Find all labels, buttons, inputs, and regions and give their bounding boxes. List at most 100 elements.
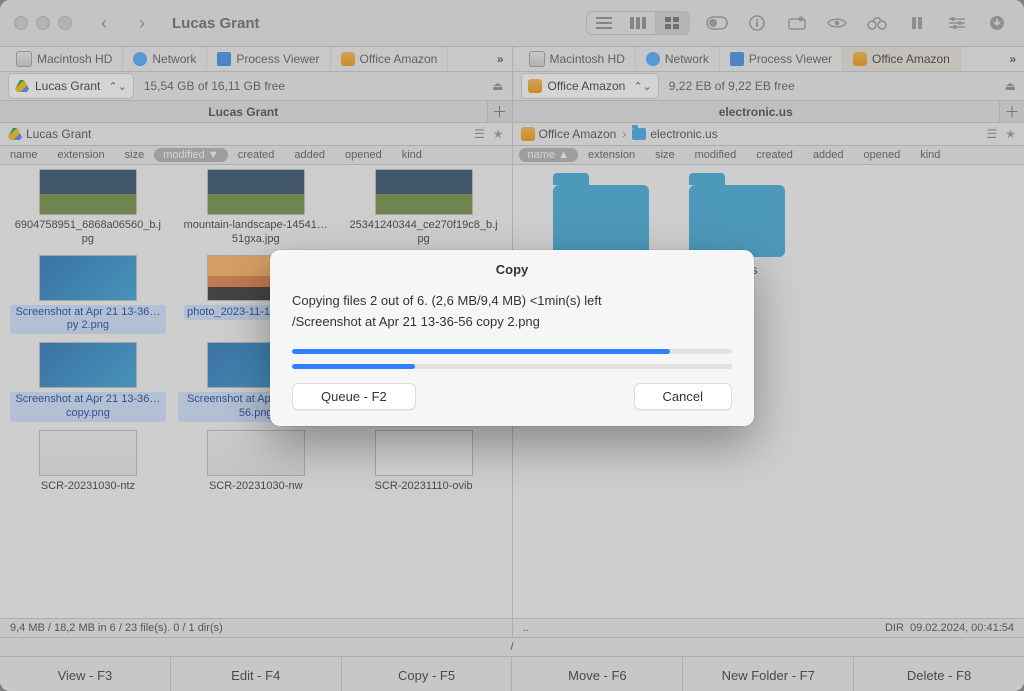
add-tab-button[interactable]: ＋ (488, 101, 512, 122)
crumb[interactable]: Lucas Grant (8, 127, 91, 141)
window-title: Lucas Grant (172, 15, 260, 32)
col-size[interactable]: size (645, 149, 685, 161)
volume-picker[interactable]: Office Amazon ⌃⌄ (521, 73, 659, 99)
col-name-sorted[interactable]: name ▲ (519, 148, 578, 162)
amazon-icon (521, 127, 535, 141)
info-icon[interactable] (744, 13, 770, 33)
airdrop-icon[interactable] (784, 13, 810, 33)
view-mode-segment[interactable] (586, 11, 690, 35)
right-location: Office Amazon ⌃⌄ 9,22 EB of 9,22 EB free… (513, 72, 1024, 100)
move-button[interactable]: Move - F6 (512, 657, 683, 691)
new-folder-button[interactable]: New Folder - F7 (683, 657, 854, 691)
col-added[interactable]: added (803, 149, 854, 161)
mini-path[interactable]: / (0, 638, 1024, 657)
tab-process-viewer[interactable]: Process Viewer (207, 47, 330, 71)
minimize-icon[interactable] (36, 16, 50, 30)
back-button[interactable]: ‹ (92, 11, 116, 35)
right-columns: name ▲ extension size modified created a… (513, 146, 1024, 164)
tab-network[interactable]: Network (636, 47, 720, 71)
process-icon (730, 52, 744, 66)
free-space: 9,22 EB of 9,22 EB free (669, 79, 795, 93)
app-window: ‹ › Lucas Grant Macintosh HD Network Pro… (0, 0, 1024, 691)
zoom-icon[interactable] (58, 16, 72, 30)
col-size[interactable]: size (115, 149, 155, 161)
file-item[interactable]: Screenshot at Apr 21 13-36…py 2.png (6, 255, 170, 335)
tab-process-viewer[interactable]: Process Viewer (720, 47, 843, 71)
tab-office-amazon[interactable]: Office Amazon (843, 47, 961, 71)
col-extension[interactable]: extension (48, 149, 115, 161)
cancel-button[interactable]: Cancel (634, 383, 732, 410)
col-opened[interactable]: opened (335, 149, 392, 161)
settings-icon[interactable] (944, 13, 970, 33)
col-created[interactable]: created (746, 149, 803, 161)
col-name[interactable]: name (0, 149, 48, 161)
pane-tab[interactable]: Lucas Grant (0, 101, 488, 122)
crumb[interactable]: electronic.us (632, 127, 717, 141)
tab-label: Process Viewer (236, 52, 319, 66)
item-type: DIR (885, 622, 904, 634)
crumb[interactable]: Office Amazon (521, 127, 617, 141)
file-item[interactable]: Screenshot at Apr 21 13-36…copy.png (6, 342, 170, 422)
file-item[interactable]: mountain-landscape-14541…51gxa.jpg (174, 169, 338, 247)
selection-summary: 9,4 MB / 18,2 MB in 6 / 23 file(s). 0 / … (10, 622, 223, 634)
file-label: 25341240344_ce270f19c8_b.jpg (349, 219, 499, 247)
delete-button[interactable]: Delete - F8 (854, 657, 1024, 691)
view-button[interactable]: View - F3 (0, 657, 171, 691)
col-kind[interactable]: kind (910, 149, 950, 161)
folder-icon (689, 185, 785, 257)
col-modified-sorted[interactable]: modified ▼ (154, 148, 228, 162)
list-icon[interactable]: ☰ (986, 127, 997, 141)
download-icon[interactable] (984, 13, 1010, 33)
file-item[interactable]: 25341240344_ce270f19c8_b.jpg (342, 169, 506, 247)
left-status: 9,4 MB / 18,2 MB in 6 / 23 file(s). 0 / … (0, 619, 513, 637)
col-added[interactable]: added (284, 149, 335, 161)
chevron-right-icon: › (139, 14, 145, 32)
file-item[interactable]: SCR-20231110-ovib (342, 430, 506, 494)
dialog-title: Copy (270, 250, 754, 287)
volume-picker[interactable]: Lucas Grant ⌃⌄ (8, 73, 134, 99)
col-created[interactable]: created (228, 149, 285, 161)
toggle-icon[interactable] (704, 13, 730, 33)
col-modified[interactable]: modified (685, 149, 747, 161)
file-label: Screenshot at Apr 21 13-36…py 2.png (10, 305, 166, 335)
tab-office-amazon[interactable]: Office Amazon (331, 47, 449, 71)
icon-view-icon[interactable] (655, 12, 689, 34)
file-item[interactable]: SCR-20231030-ntz (6, 430, 170, 494)
gdrive-icon (8, 128, 22, 140)
tab-network[interactable]: Network (123, 47, 207, 71)
file-item[interactable]: SCR-20231030-nw (174, 430, 338, 494)
volume-name: Lucas Grant (35, 79, 100, 93)
col-opened[interactable]: opened (854, 149, 911, 161)
quicklook-icon[interactable] (824, 13, 850, 33)
more-tabs-button[interactable]: » (1001, 52, 1024, 66)
tab-label: Macintosh HD (550, 52, 625, 66)
eject-icon[interactable]: ⏏ (492, 79, 503, 93)
eject-icon[interactable]: ⏏ (1005, 79, 1016, 93)
tab-macintosh-hd[interactable]: Macintosh HD (6, 47, 123, 71)
list-icon[interactable]: ☰ (474, 127, 485, 141)
col-extension[interactable]: extension (578, 149, 645, 161)
star-icon[interactable]: ★ (493, 127, 504, 141)
forward-button[interactable]: › (130, 11, 154, 35)
more-tabs-button[interactable]: » (489, 52, 512, 66)
binoculars-icon[interactable] (864, 13, 890, 33)
edit-button[interactable]: Edit - F4 (171, 657, 342, 691)
copy-button[interactable]: Copy - F5 (342, 657, 513, 691)
star-icon[interactable]: ★ (1005, 127, 1016, 141)
column-view-icon[interactable] (621, 12, 655, 34)
amazon-icon (341, 52, 355, 66)
pause-icon[interactable] (904, 13, 930, 33)
file-item[interactable]: 6904758951_6868a06560_b.jpg (6, 169, 170, 247)
pane-tab[interactable]: electronic.us (513, 101, 1001, 122)
col-kind[interactable]: kind (392, 149, 432, 161)
titlebar: ‹ › Lucas Grant (0, 0, 1024, 47)
queue-button[interactable]: Queue - F2 (292, 383, 416, 410)
list-view-icon[interactable] (587, 12, 621, 34)
tab-macintosh-hd[interactable]: Macintosh HD (519, 47, 636, 71)
close-icon[interactable] (14, 16, 28, 30)
file-label: SCR-20231110-ovib (375, 480, 473, 494)
process-icon (217, 52, 231, 66)
left-location: Lucas Grant ⌃⌄ 15,54 GB of 16,11 GB free… (0, 72, 513, 100)
file-label: 6904758951_6868a06560_b.jpg (13, 219, 163, 247)
add-tab-button[interactable]: ＋ (1000, 101, 1024, 122)
